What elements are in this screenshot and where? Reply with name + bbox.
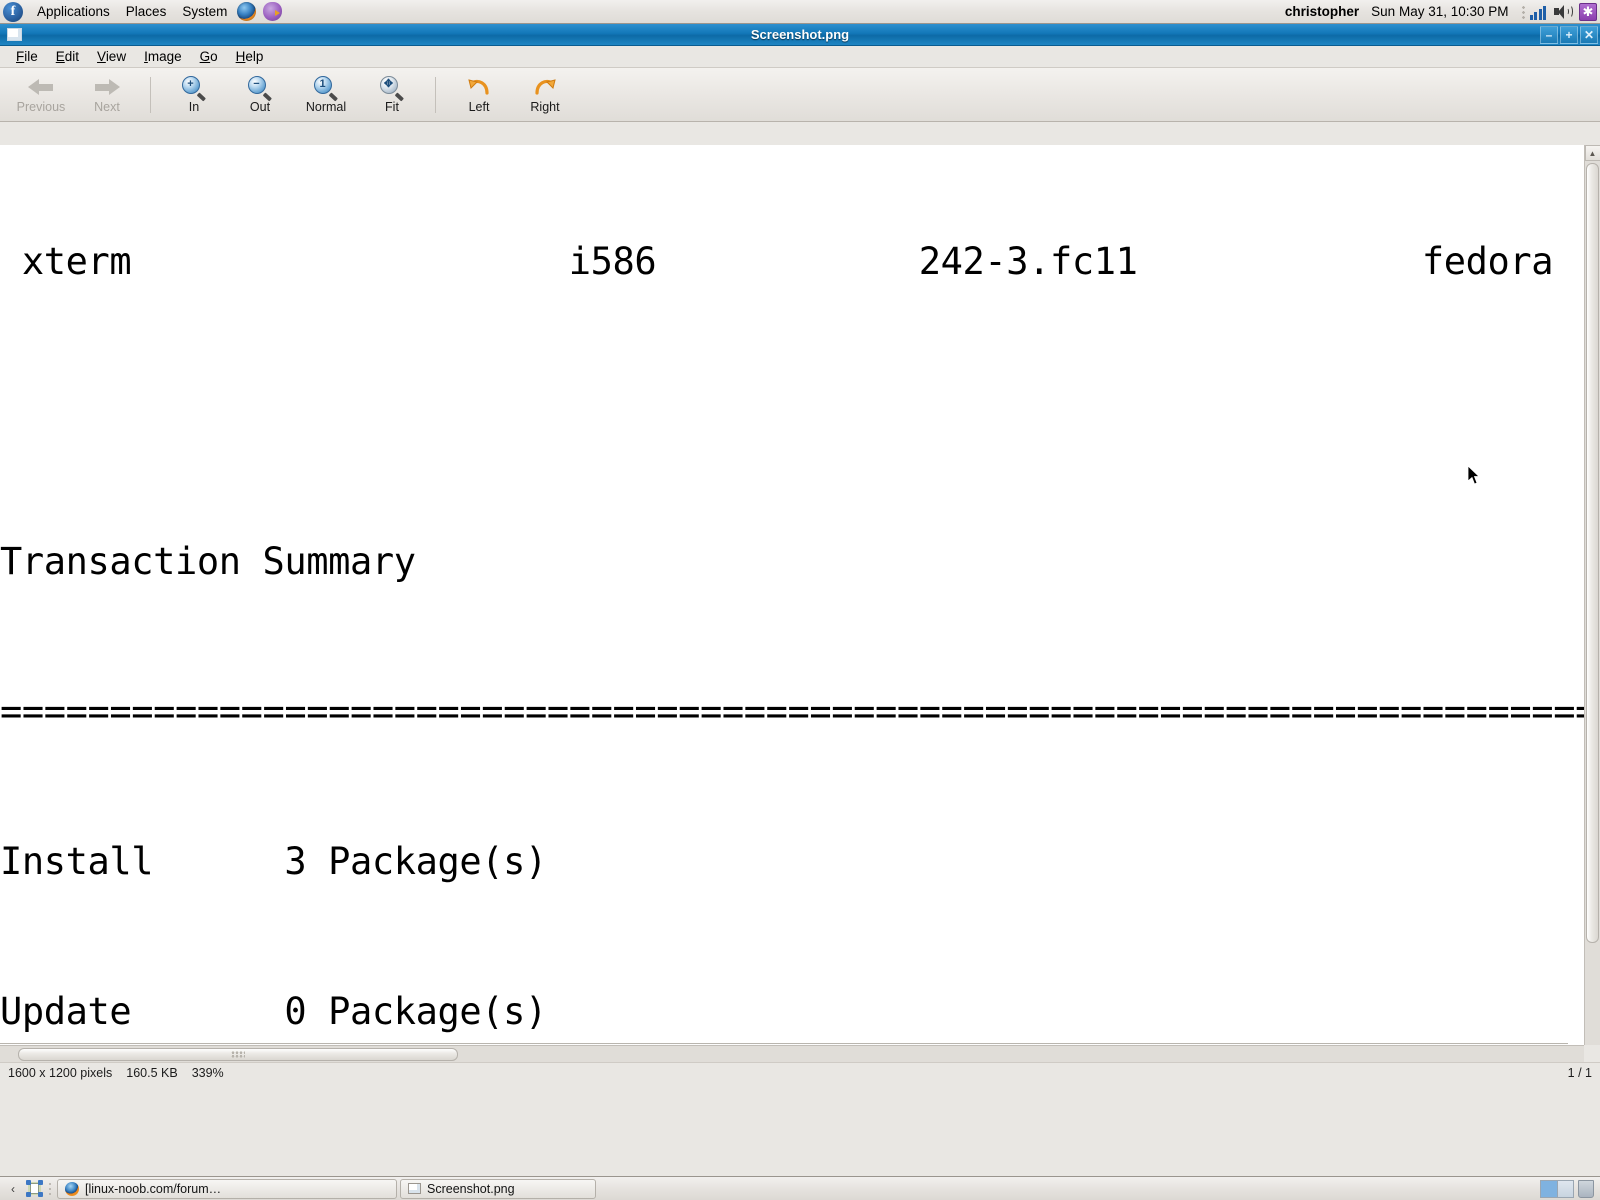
bottom-panel-right — [1540, 1179, 1596, 1198]
window-title: Screenshot.png — [750, 27, 850, 42]
horizontal-scrollbar[interactable] — [0, 1045, 1584, 1062]
menu-image-rest: mage — [147, 49, 182, 64]
scroll-up-button[interactable]: ▲ — [1584, 145, 1600, 161]
toolbar-separator — [150, 76, 151, 113]
panel-hide-button[interactable]: ‹ — [4, 1179, 22, 1199]
firefox-icon — [65, 1181, 79, 1196]
statusbar-left: 1600 x 1200 pixels 160.5 KB 339% — [8, 1066, 224, 1080]
eog-image-viewer-window: Screenshot.png – + ✕ File Edit View Imag… — [0, 24, 1600, 1176]
terminal-line: Transaction Summary — [0, 540, 416, 583]
workspace-switcher[interactable] — [1540, 1179, 1574, 1198]
taskbar-item-screenshot[interactable]: Screenshot.png — [400, 1178, 596, 1199]
panel-clock[interactable]: Sun May 31, 10:30 PM — [1371, 4, 1508, 19]
rotate-right-icon — [533, 75, 557, 99]
zoom-in-label: In — [188, 100, 200, 114]
panel-menu-places[interactable]: Places — [118, 2, 175, 21]
network-bars-icon[interactable] — [1529, 4, 1546, 20]
rotate-right-label: Right — [530, 100, 560, 114]
image-dimensions: 1600 x 1200 pixels — [8, 1065, 113, 1080]
zoom-in-button[interactable]: + In — [161, 70, 227, 120]
menu-go[interactable]: Go — [191, 47, 227, 66]
window-list-grip[interactable] — [46, 1179, 54, 1199]
menu-edit-rest: dit — [64, 49, 80, 64]
horizontal-scroll-thumb[interactable] — [18, 1047, 458, 1061]
zoom-fit-button[interactable]: ✥ Fit — [359, 70, 425, 120]
menu-view[interactable]: View — [88, 47, 135, 66]
show-desktop-button[interactable] — [25, 1179, 43, 1199]
rotate-left-label: Left — [468, 100, 490, 114]
statusbar: 1600 x 1200 pixels 160.5 KB 339% 1 / 1 — [0, 1062, 1600, 1082]
window-controls: – + ✕ — [1538, 24, 1600, 46]
terminal-line: Install 3 Package(s) — [0, 840, 547, 883]
terminal-line: xterm i586 242-3.fc11 fedora — [0, 240, 1554, 283]
firefox-launcher-icon[interactable] — [237, 1, 259, 22]
pidgin-launcher-icon[interactable] — [263, 1, 285, 22]
menu-view-rest: iew — [105, 49, 127, 64]
scroll-thumb-grip — [231, 1050, 245, 1058]
panel-separator — [1521, 3, 1525, 20]
zoom-normal-button[interactable]: 1 Normal — [293, 70, 359, 120]
rotate-left-button[interactable]: Left — [446, 70, 512, 120]
trash-icon[interactable] — [1578, 1179, 1594, 1198]
menubar: File Edit View Image Go Help — [0, 46, 1600, 68]
arrow-right-icon — [94, 75, 120, 99]
workspace-1[interactable] — [1541, 1180, 1558, 1197]
rotate-right-button[interactable]: Right — [512, 70, 578, 120]
arrow-left-icon — [28, 75, 54, 99]
next-button[interactable]: Next — [74, 70, 140, 120]
zoom-normal-label: Normal — [305, 100, 347, 114]
terminal-line: ========================================… — [0, 690, 1600, 733]
maximize-button[interactable]: + — [1560, 25, 1578, 44]
close-button[interactable]: ✕ — [1580, 25, 1598, 44]
zoom-in-icon: + — [181, 75, 207, 102]
image-filesize: 160.5 KB — [126, 1065, 178, 1080]
image-zoom-level: 339% — [191, 1065, 224, 1080]
menu-help-rest: elp — [245, 49, 264, 64]
zoom-fit-icon: ✥ — [379, 75, 405, 102]
bottom-gnome-panel: ‹ [linux-noob.com/forum… Screenshot.png — [0, 1176, 1600, 1200]
menu-image[interactable]: Image — [135, 47, 191, 66]
top-gnome-panel: f Applications Places System christopher… — [0, 0, 1600, 24]
menu-edit[interactable]: Edit — [47, 47, 88, 66]
toolbar: Previous Next + In − Out 1 Normal ✥ Fit … — [0, 68, 1600, 122]
workspace-2[interactable] — [1558, 1181, 1574, 1197]
panel-status-area: christopher Sun May 31, 10:30 PM — [1285, 0, 1600, 24]
previous-button-label: Previous — [16, 100, 66, 114]
zoom-fit-label: Fit — [385, 100, 399, 114]
rotate-left-icon — [467, 75, 491, 99]
zoom-normal-icon: 1 — [313, 75, 339, 102]
next-button-label: Next — [94, 100, 120, 114]
menu-help[interactable]: Help — [227, 47, 273, 66]
zoom-out-button[interactable]: − Out — [227, 70, 293, 120]
menu-file[interactable]: File — [7, 47, 47, 66]
panel-menu-applications[interactable]: Applications — [29, 2, 118, 21]
taskbar-item-firefox[interactable]: [linux-noob.com/forum… — [57, 1178, 397, 1199]
menu-go-rest: o — [210, 49, 218, 64]
terminal-line: Update 0 Package(s) — [0, 990, 547, 1033]
volume-speaker-icon[interactable] — [1553, 4, 1573, 20]
minimize-button[interactable]: – — [1540, 25, 1558, 44]
panel-menu-system[interactable]: System — [174, 2, 235, 21]
taskbar-item-screenshot-label: Screenshot.png — [427, 1181, 515, 1196]
window-titlebar[interactable]: Screenshot.png – + ✕ — [0, 24, 1600, 46]
image-canvas[interactable]: xterm i586 242-3.fc11 fedora Transaction… — [0, 145, 1600, 1045]
selinux-icon[interactable] — [1579, 2, 1597, 21]
zoom-out-label: Out — [249, 100, 271, 114]
displayed-screenshot: xterm i586 242-3.fc11 fedora Transaction… — [0, 145, 1600, 1045]
vertical-scroll-thumb[interactable] — [1586, 163, 1599, 943]
taskbar-item-firefox-label: [linux-noob.com/forum… — [85, 1181, 222, 1196]
toolbar-separator-2 — [435, 76, 436, 113]
image-file-icon — [408, 1183, 421, 1194]
zoom-out-icon: − — [247, 75, 273, 102]
show-desktop-icon — [25, 1180, 43, 1197]
window-icon — [7, 28, 22, 41]
vertical-scrollbar[interactable]: ▲ — [1584, 145, 1600, 1045]
previous-button[interactable]: Previous — [8, 70, 74, 120]
fedora-logo-icon[interactable]: f — [3, 1, 23, 22]
panel-username[interactable]: christopher — [1285, 4, 1359, 19]
menu-file-rest: ile — [24, 49, 38, 64]
image-page-counter: 1 / 1 — [1567, 1065, 1592, 1080]
